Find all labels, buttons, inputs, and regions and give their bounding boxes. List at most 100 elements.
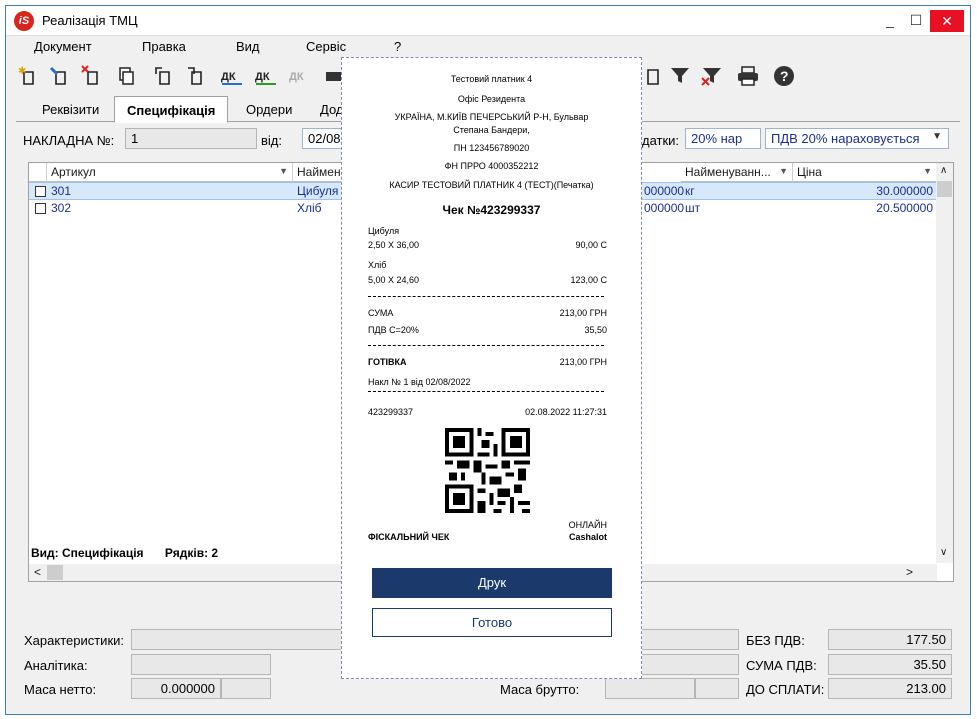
- receipt-header-line: ФН ПРРО 4000352212: [444, 161, 539, 171]
- debit-credit-icon[interactable]: ДК: [220, 64, 244, 88]
- receipt-header-line: Степана Бандери,: [453, 125, 530, 135]
- receipt-cash-value: 213,00 ГРН: [559, 357, 607, 367]
- grid-status: Вид: Специфікація Рядків: 2: [31, 546, 218, 560]
- col-unit-header[interactable]: Найменуванн... ▼: [681, 163, 793, 182]
- receipt-item-calc: 5,00 X 24,60: [368, 275, 420, 285]
- date-label: від:: [261, 133, 282, 148]
- receipt-invoice-ref: Накл № 1 від 02/08/2022: [368, 377, 471, 387]
- col-price-header[interactable]: Ціна ▼: [793, 163, 937, 182]
- scroll-up-icon[interactable]: ∧: [940, 165, 947, 176]
- receipt-header-line: КАСИР ТЕСТОВИЙ ПЛАТНИК 4 (ТЕСТ)(Печатка): [389, 180, 594, 190]
- doc-icon[interactable]: [642, 64, 666, 88]
- receipt-online-label: ОНЛАЙН: [568, 520, 607, 530]
- app-logo-icon: iS: [14, 11, 34, 31]
- cell-unit: шт: [685, 201, 701, 215]
- net-mass-field[interactable]: 0.000000: [131, 678, 221, 699]
- receipt-sum-label: СУМА: [368, 308, 394, 318]
- characteristics-field[interactable]: [131, 629, 346, 650]
- qr-code-icon: [445, 428, 530, 513]
- clear-filter-icon[interactable]: [700, 64, 724, 88]
- cell-article: 302: [51, 201, 72, 215]
- scroll-down-icon[interactable]: ∨: [940, 547, 947, 558]
- help-icon[interactable]: ?: [772, 64, 796, 88]
- receipt-sum-value: 213,00 ГРН: [559, 308, 607, 318]
- filter-icon[interactable]: [668, 64, 692, 88]
- invoice-number-label: НАКЛАДНА №:: [23, 133, 115, 148]
- receipt-header-line: УКРАЇНА, М.КИЇВ ПЕЧЕРСЬКИЙ Р-Н, Бульвар: [394, 112, 589, 122]
- close-button[interactable]: ✕: [930, 10, 964, 32]
- menu-help[interactable]: ?: [394, 39, 401, 54]
- receipt-vat-value: 35,50: [584, 325, 607, 335]
- chevron-down-icon[interactable]: ▼: [932, 131, 942, 142]
- grid-corner: [29, 163, 47, 182]
- print-button[interactable]: Друк: [372, 568, 612, 598]
- row-checkbox[interactable]: [35, 186, 46, 197]
- gross-mass-field[interactable]: [605, 678, 695, 699]
- status-rows: Рядків: 2: [164, 546, 219, 560]
- debit-credit-disabled-icon: ДК: [289, 71, 304, 83]
- vat-rate-field[interactable]: 20% нар: [685, 128, 761, 149]
- done-button[interactable]: Готово: [372, 608, 612, 637]
- menu-service[interactable]: Сервіс: [306, 39, 346, 54]
- cell-qty: 000000: [644, 184, 685, 198]
- divider: [368, 391, 604, 392]
- tab-requisites[interactable]: Реквізити: [30, 98, 111, 122]
- cell-name: Цибуля: [297, 184, 339, 198]
- vertical-scrollbar[interactable]: ∧ ∨: [936, 163, 953, 563]
- menu-edit[interactable]: Правка: [142, 39, 186, 54]
- print-icon[interactable]: [736, 64, 760, 88]
- tax-label: датки:: [642, 133, 680, 148]
- svg-text:✱: ✱: [18, 66, 26, 77]
- scroll-right-icon[interactable]: >: [906, 565, 913, 579]
- analytics-field[interactable]: [131, 654, 271, 675]
- date-field[interactable]: 02/08: [302, 128, 346, 149]
- maximize-button[interactable]: ☐: [900, 6, 932, 35]
- new-doc-icon[interactable]: ✱: [16, 64, 40, 88]
- cell-article: 301: [51, 184, 72, 198]
- hscroll-thumb[interactable]: [47, 565, 63, 580]
- menu-document[interactable]: Документ: [34, 39, 92, 54]
- vat-mode-value: ПДВ 20% нараховується: [771, 131, 920, 146]
- menu-bar: Документ Правка Вид Сервіс ?: [6, 37, 970, 57]
- sort-icon: ▼: [279, 166, 288, 176]
- receipt-item-sum: 90,00 С: [575, 240, 607, 250]
- net-mass-unit-field[interactable]: [221, 678, 271, 699]
- scroll-left-icon[interactable]: <: [34, 565, 41, 579]
- to-pay-label: ДО СПЛАТИ:: [746, 682, 825, 697]
- delete-doc-icon[interactable]: [80, 64, 104, 88]
- cell-price: 30.000000: [876, 184, 933, 198]
- col-price-label: Ціна: [797, 165, 822, 179]
- debit-credit-add-icon[interactable]: ДК: [254, 64, 278, 88]
- no-vat-label: БЕЗ ПДВ:: [746, 633, 805, 648]
- col-article-label: Артикул: [51, 165, 96, 179]
- tab-specification[interactable]: Специфікація: [114, 96, 229, 123]
- col-article-header[interactable]: Артикул ▼: [47, 163, 293, 182]
- no-vat-value: 177.50: [828, 629, 952, 650]
- divider: [368, 296, 604, 297]
- receipt-item-name: Цибуля: [368, 226, 400, 236]
- title-bar: iS Реалізація ТМЦ _ ☐ ✕: [6, 6, 970, 36]
- vat-sum-value: 35.50: [828, 654, 952, 675]
- sort-icon: ▼: [923, 166, 932, 176]
- move-down-icon[interactable]: [184, 64, 208, 88]
- edit-doc-icon[interactable]: [48, 64, 72, 88]
- move-up-icon[interactable]: [152, 64, 176, 88]
- scroll-thumb[interactable]: [937, 181, 952, 197]
- receipt-provider: Cashalot: [568, 532, 607, 542]
- copy-icon[interactable]: [114, 64, 138, 88]
- receipt-item-sum: 123,00 С: [570, 275, 607, 285]
- svg-text:ДК: ДК: [255, 71, 270, 83]
- status-view: Вид: Специфікація: [31, 546, 144, 560]
- gross-mass-unit-field[interactable]: [695, 678, 739, 699]
- window-title: Реалізація ТМЦ: [42, 13, 138, 28]
- receipt-vat-label: ПДВ С=20%: [368, 325, 419, 335]
- receipt-dialog: Тестовий платник 4 Офіс Резидента УКРАЇН…: [341, 57, 642, 679]
- menu-view[interactable]: Вид: [236, 39, 260, 54]
- cell-name: Хліб: [297, 201, 322, 215]
- gross-mass-label: Маса брутто:: [500, 682, 580, 697]
- row-checkbox[interactable]: [35, 203, 46, 214]
- invoice-number-field[interactable]: 1: [125, 128, 257, 149]
- tab-orders[interactable]: Ордери: [234, 98, 304, 122]
- vat-mode-select[interactable]: ПДВ 20% нараховується ▼: [765, 128, 949, 149]
- receipt-fiscal-label: ФІСКАЛЬНИЙ ЧЕК: [368, 532, 450, 542]
